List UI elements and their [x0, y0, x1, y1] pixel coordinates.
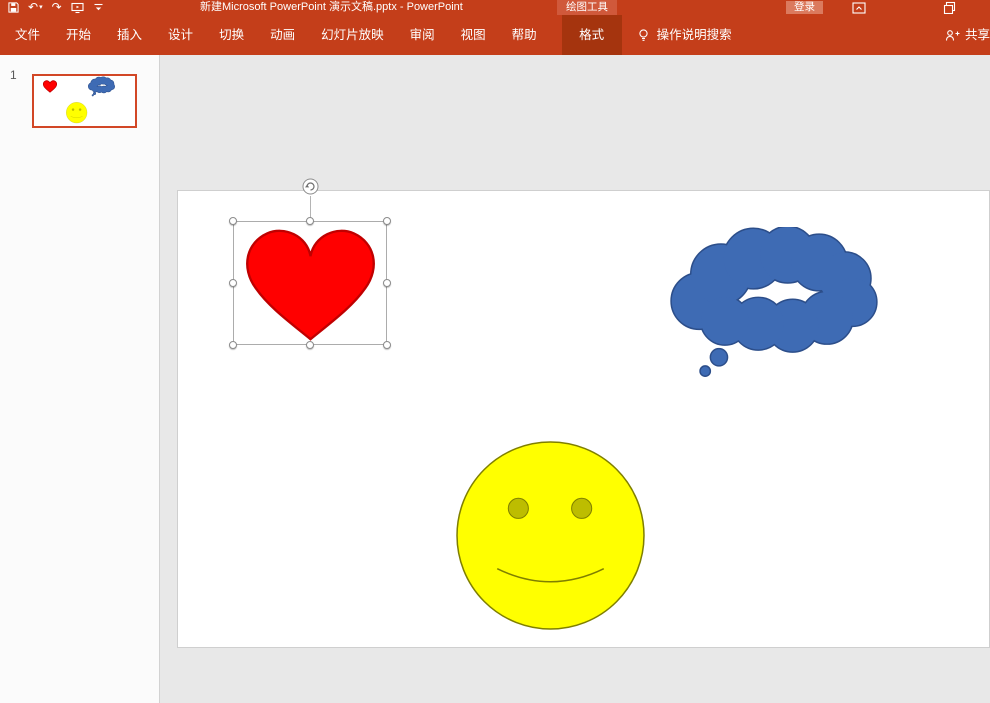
- ribbon-tab-bar: 文件 开始 插入 设计 切换 动画 幻灯片放映 审阅 视图 帮助 格式 操作说明…: [0, 15, 990, 55]
- selection-handle-s[interactable]: [306, 341, 314, 349]
- restore-window-icon: [943, 1, 956, 14]
- ribbon-display-options-icon: [852, 2, 866, 14]
- tab-view[interactable]: 视图: [448, 15, 499, 55]
- redo-button[interactable]: ↷: [52, 0, 62, 15]
- drawing-tools-contextual-header: 绘图工具: [557, 0, 617, 15]
- titlebar: ↶ ▾ ↷ 新建Microsoft PowerPoint 演示文稿.p: [0, 0, 990, 15]
- customize-qat-button[interactable]: [93, 2, 104, 13]
- start-slideshow-button[interactable]: [71, 2, 84, 14]
- tab-review[interactable]: 审阅: [397, 15, 448, 55]
- heart-shape[interactable]: [235, 224, 386, 343]
- undo-dropdown-icon[interactable]: ▾: [39, 0, 43, 15]
- slide-1-thumbnail[interactable]: [32, 74, 137, 128]
- undo-button[interactable]: ↶ ▾: [28, 0, 43, 15]
- tab-file[interactable]: 文件: [2, 15, 53, 55]
- sign-in-button[interactable]: 登录: [786, 1, 823, 14]
- customize-qat-icon: [93, 2, 104, 13]
- share-person-icon: [945, 29, 960, 42]
- powerpoint-window: ↶ ▾ ↷ 新建Microsoft PowerPoint 演示文稿.p: [0, 0, 990, 703]
- selection-handle-e[interactable]: [383, 279, 391, 287]
- selection-handle-nw[interactable]: [229, 217, 237, 225]
- cloud-callout-shape[interactable]: [660, 227, 886, 377]
- rotation-handle[interactable]: [302, 178, 319, 195]
- restore-window-button[interactable]: [941, 1, 957, 14]
- tell-me-label: 操作说明搜索: [657, 15, 732, 55]
- thumbnail-preview: [34, 76, 135, 126]
- lightbulb-icon: [636, 28, 651, 43]
- tab-transitions[interactable]: 切换: [206, 15, 257, 55]
- tab-animations[interactable]: 动画: [257, 15, 308, 55]
- slideshow-icon: [71, 2, 84, 14]
- quick-access-toolbar: ↶ ▾ ↷: [8, 0, 104, 15]
- window-title: 新建Microsoft PowerPoint 演示文稿.pptx - Power…: [200, 0, 463, 15]
- selection-handle-n[interactable]: [306, 217, 314, 225]
- tab-design[interactable]: 设计: [155, 15, 206, 55]
- selection-handle-w[interactable]: [229, 279, 237, 287]
- save-button[interactable]: [8, 2, 19, 13]
- undo-icon: ↶: [28, 0, 38, 15]
- redo-icon: ↷: [52, 0, 62, 15]
- selection-handle-se[interactable]: [383, 341, 391, 349]
- tab-format-active[interactable]: 格式: [562, 15, 622, 55]
- tab-help[interactable]: 帮助: [499, 15, 550, 55]
- share-label: 共享: [965, 15, 990, 55]
- rotation-handle-line: [310, 196, 311, 218]
- selection-handle-ne[interactable]: [383, 217, 391, 225]
- ribbon-display-options-button[interactable]: [851, 1, 867, 14]
- slide[interactable]: [177, 190, 990, 648]
- editing-canvas[interactable]: [161, 55, 990, 703]
- slide-number: 1: [10, 68, 17, 82]
- heart-selection-box: [233, 221, 387, 345]
- tab-insert[interactable]: 插入: [104, 15, 155, 55]
- share-button[interactable]: 共享: [937, 15, 990, 55]
- save-icon: [8, 2, 19, 13]
- smiley-face-shape[interactable]: [455, 440, 646, 631]
- tell-me-search[interactable]: 操作说明搜索: [636, 15, 732, 55]
- tab-home[interactable]: 开始: [53, 15, 104, 55]
- rotate-icon: [302, 178, 319, 195]
- tab-slideshow[interactable]: 幻灯片放映: [308, 15, 397, 55]
- slide-thumbnail-panel: 1: [0, 55, 160, 703]
- selection-handle-sw[interactable]: [229, 341, 237, 349]
